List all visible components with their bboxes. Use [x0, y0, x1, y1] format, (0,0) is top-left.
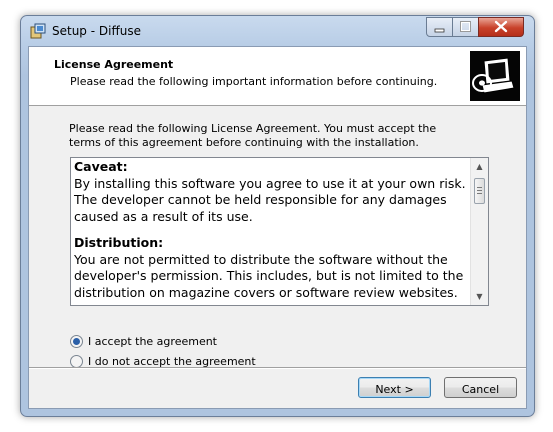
computer-disk-icon: [470, 51, 520, 101]
accept-radio[interactable]: [70, 334, 83, 348]
title-bar[interactable]: Setup - Diffuse: [21, 16, 534, 46]
intro-text: Please read the following License Agreem…: [69, 122, 437, 149]
caveat-text: By installing this software you agree to…: [74, 175, 466, 224]
wizard-page: License Agreement Please read the follow…: [28, 46, 527, 409]
setup-window: Setup - Diffuse License Agreement Please…: [20, 15, 535, 417]
scroll-down-icon[interactable]: ▼: [471, 288, 488, 305]
license-content: Caveat: By installing this software you …: [74, 159, 469, 301]
accept-label: I accept the agreement: [88, 334, 217, 348]
window-title: Setup - Diffuse: [52, 24, 141, 38]
vertical-scrollbar[interactable]: ▲ ▼: [470, 158, 488, 305]
maximize-icon: [453, 21, 478, 39]
distribution-text: You are not permitted to distribute the …: [74, 251, 464, 300]
next-button[interactable]: Next >: [358, 377, 431, 398]
accept-option[interactable]: I accept the agreement: [70, 333, 217, 349]
caveat-heading: Caveat:: [74, 159, 128, 174]
decline-radio[interactable]: [70, 354, 83, 368]
distribution-heading: Distribution:: [74, 235, 164, 250]
page-header: License Agreement Please read the follow…: [29, 47, 526, 106]
decline-label: I do not accept the agreement: [88, 354, 256, 368]
scroll-up-icon[interactable]: ▲: [471, 158, 488, 175]
minimize-button[interactable]: [426, 17, 453, 37]
close-button[interactable]: [478, 17, 524, 37]
minimize-icon: [427, 25, 452, 39]
close-icon: [479, 20, 523, 39]
scroll-thumb[interactable]: [474, 178, 485, 204]
page-title: License Agreement: [54, 58, 174, 71]
page-subtitle: Please read the following important info…: [70, 75, 438, 88]
maximize-button[interactable]: [452, 17, 479, 37]
license-text-box[interactable]: Caveat: By installing this software you …: [70, 157, 489, 306]
separator: [29, 367, 526, 369]
setup-icon: [30, 23, 46, 39]
cancel-button[interactable]: Cancel: [444, 377, 517, 398]
